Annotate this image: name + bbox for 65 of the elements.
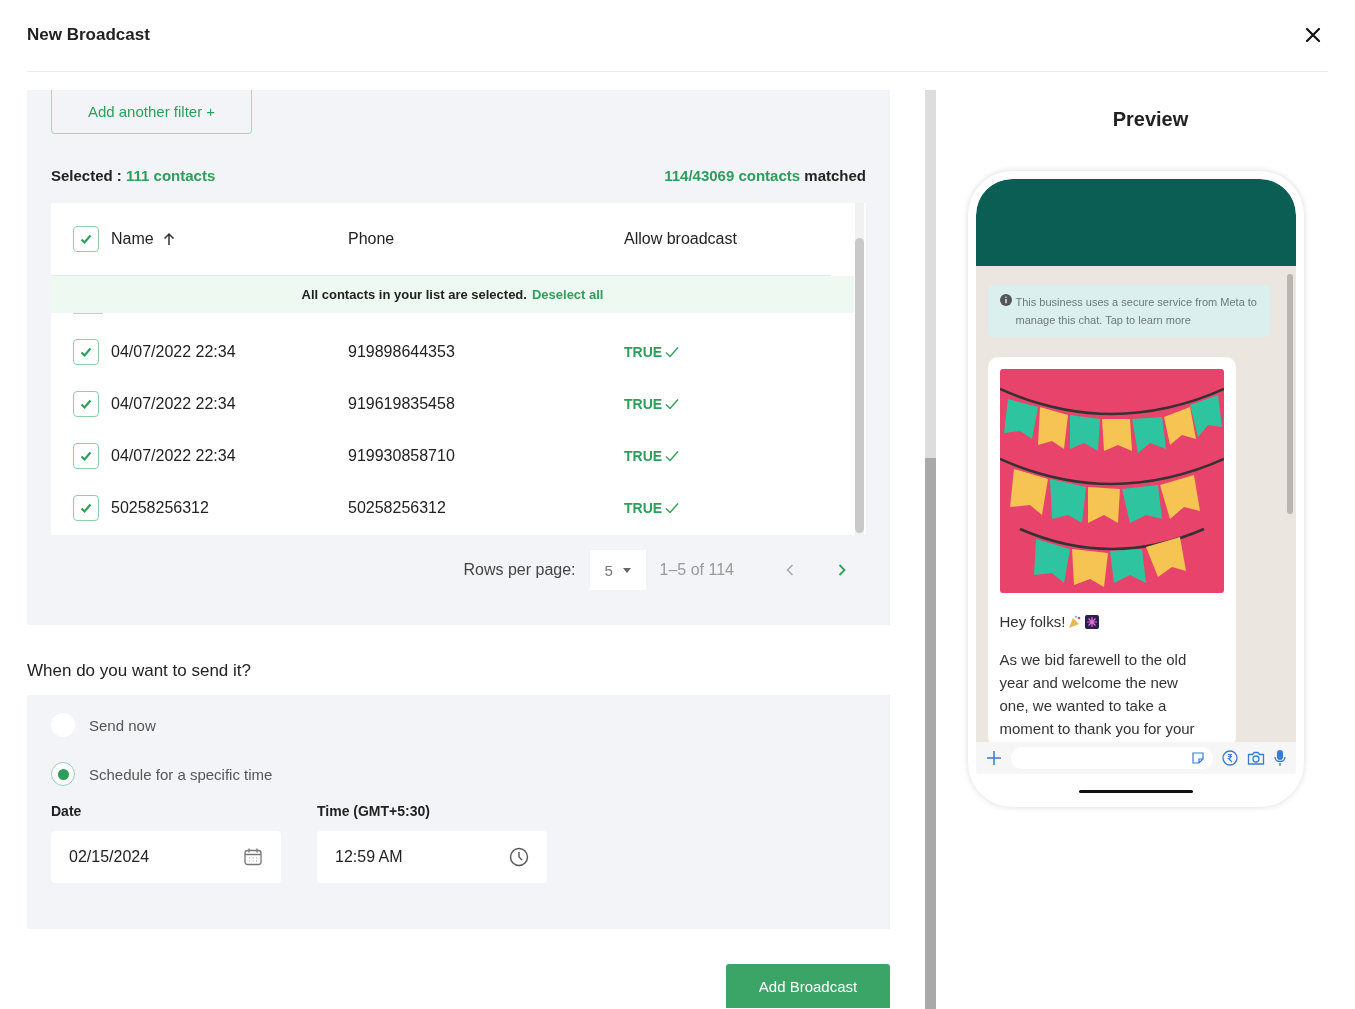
page-range: 1–5 of 114 [659, 561, 734, 579]
matched-count: 114/43069 contacts matched [664, 167, 866, 184]
table-cell: 919930858710 [348, 447, 455, 464]
table-cell: 50258256312 [111, 499, 209, 517]
check-icon [665, 502, 680, 514]
table-cell: 04/07/2022 22:34 [111, 343, 236, 361]
plus-icon[interactable] [985, 750, 1002, 766]
row-checkbox[interactable] [73, 339, 99, 365]
microphone-icon[interactable] [1273, 749, 1286, 767]
check-icon [665, 450, 680, 462]
banner-text: All contacts in your list are selected. [301, 287, 527, 302]
time-label: Time (GMT+5:30) [317, 803, 431, 819]
info-icon [999, 294, 1012, 306]
select-all-checkbox[interactable] [73, 226, 99, 252]
sticker-icon[interactable] [1190, 751, 1205, 765]
table-cell: 919898644353 [348, 343, 455, 360]
message-greeting: Hey folks! [999, 613, 1066, 630]
check-icon [79, 501, 93, 515]
table-cell: TRUE [624, 344, 663, 360]
check-icon [665, 398, 680, 410]
party-popper-icon [1068, 614, 1083, 629]
radio-label[interactable]: Schedule for a specific time [89, 765, 273, 783]
table-cell: TRUE [624, 500, 663, 516]
table-cell: 50258256312 [348, 499, 446, 516]
sort-arrow-icon[interactable] [161, 231, 176, 247]
column-header[interactable]: Name [111, 230, 154, 248]
rows-per-page-select[interactable]: 5 [589, 550, 646, 590]
table-cell: TRUE [624, 448, 663, 464]
row-checkbox[interactable] [73, 443, 99, 469]
check-icon [79, 345, 93, 359]
schedule-question: When do you want to send it? [27, 661, 252, 681]
table-cell: 04/07/2022 22:34 [111, 395, 236, 413]
scrollbar-thumb[interactable] [925, 458, 936, 1009]
check-icon [79, 449, 93, 463]
check-icon [665, 346, 680, 358]
radio-label[interactable]: Send now [89, 716, 156, 734]
table-cell: 919619835458 [348, 395, 455, 412]
date-field[interactable]: 02/15/2024 [51, 831, 281, 883]
message-input[interactable] [1010, 747, 1213, 769]
clock-icon[interactable] [509, 847, 529, 867]
check-icon [79, 397, 93, 411]
row-checkbox[interactable] [73, 391, 99, 417]
dialog-title: New Broadcast [27, 24, 150, 45]
column-header[interactable]: Phone [348, 230, 395, 247]
camera-icon[interactable] [1246, 750, 1265, 766]
row-checkbox[interactable] [73, 495, 99, 521]
next-page-icon[interactable] [838, 564, 846, 576]
dropdown-caret-icon [622, 567, 631, 573]
close-icon[interactable] [1305, 26, 1321, 43]
check-icon [79, 232, 93, 246]
table-cell: TRUE [624, 396, 663, 412]
rows-per-page-label: Rows per page: [463, 561, 576, 579]
firework-icon [1085, 614, 1100, 629]
scrollbar-thumb[interactable] [855, 238, 864, 533]
calendar-icon[interactable] [243, 847, 263, 867]
notice-text: This business uses a secure service from Meta to manage this chat. Tap to learn more [1015, 295, 1258, 328]
selected-count: Selected : 111 contacts [51, 167, 216, 184]
preview-title: Preview [1112, 108, 1189, 131]
date-label: Date [51, 803, 83, 819]
message-text: As we bid farewell to the old year and welcome the new one, we wanted to take a moment to thank you for your [999, 650, 1196, 739]
currency-icon[interactable] [1221, 750, 1238, 766]
table-cell: 04/07/2022 22:34 [111, 447, 236, 465]
column-header[interactable]: Allow broadcast [624, 230, 737, 248]
time-field[interactable]: 12:59 AM [317, 831, 547, 883]
radio-button[interactable] [51, 762, 75, 786]
